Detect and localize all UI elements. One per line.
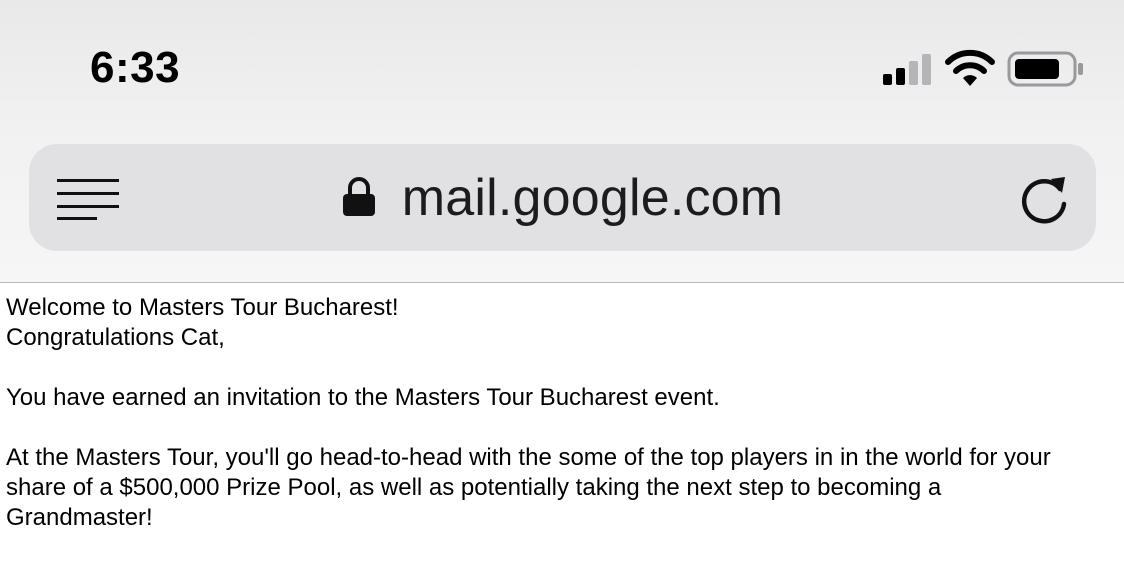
reload-icon[interactable] — [1020, 171, 1072, 225]
url-bar[interactable]: mail.google.com — [29, 144, 1096, 251]
email-paragraph: Grandmaster! — [6, 504, 153, 531]
browser-chrome: 6:33 mail.google.com — [0, 0, 1124, 283]
url-display[interactable]: mail.google.com — [29, 144, 1096, 251]
email-greeting: Congratulations Cat, — [6, 324, 225, 351]
email-paragraph: You have earned an invitation to the Mas… — [6, 384, 720, 411]
battery-icon — [1007, 51, 1083, 87]
email-paragraph: At the Masters Tour, you'll go head-to-h… — [6, 444, 1051, 471]
email-paragraph: share of a $500,000 Prize Pool, as well … — [6, 474, 942, 501]
signal-icon — [883, 54, 931, 85]
email-subject: Welcome to Masters Tour Bucharest! — [6, 294, 399, 321]
url-text: mail.google.com — [401, 168, 784, 227]
lock-icon — [342, 176, 375, 216]
status-time: 6:33 — [90, 43, 181, 92]
email-body: Welcome to Masters Tour Bucharest! Congr… — [6, 293, 1118, 533]
wifi-icon — [945, 49, 995, 86]
